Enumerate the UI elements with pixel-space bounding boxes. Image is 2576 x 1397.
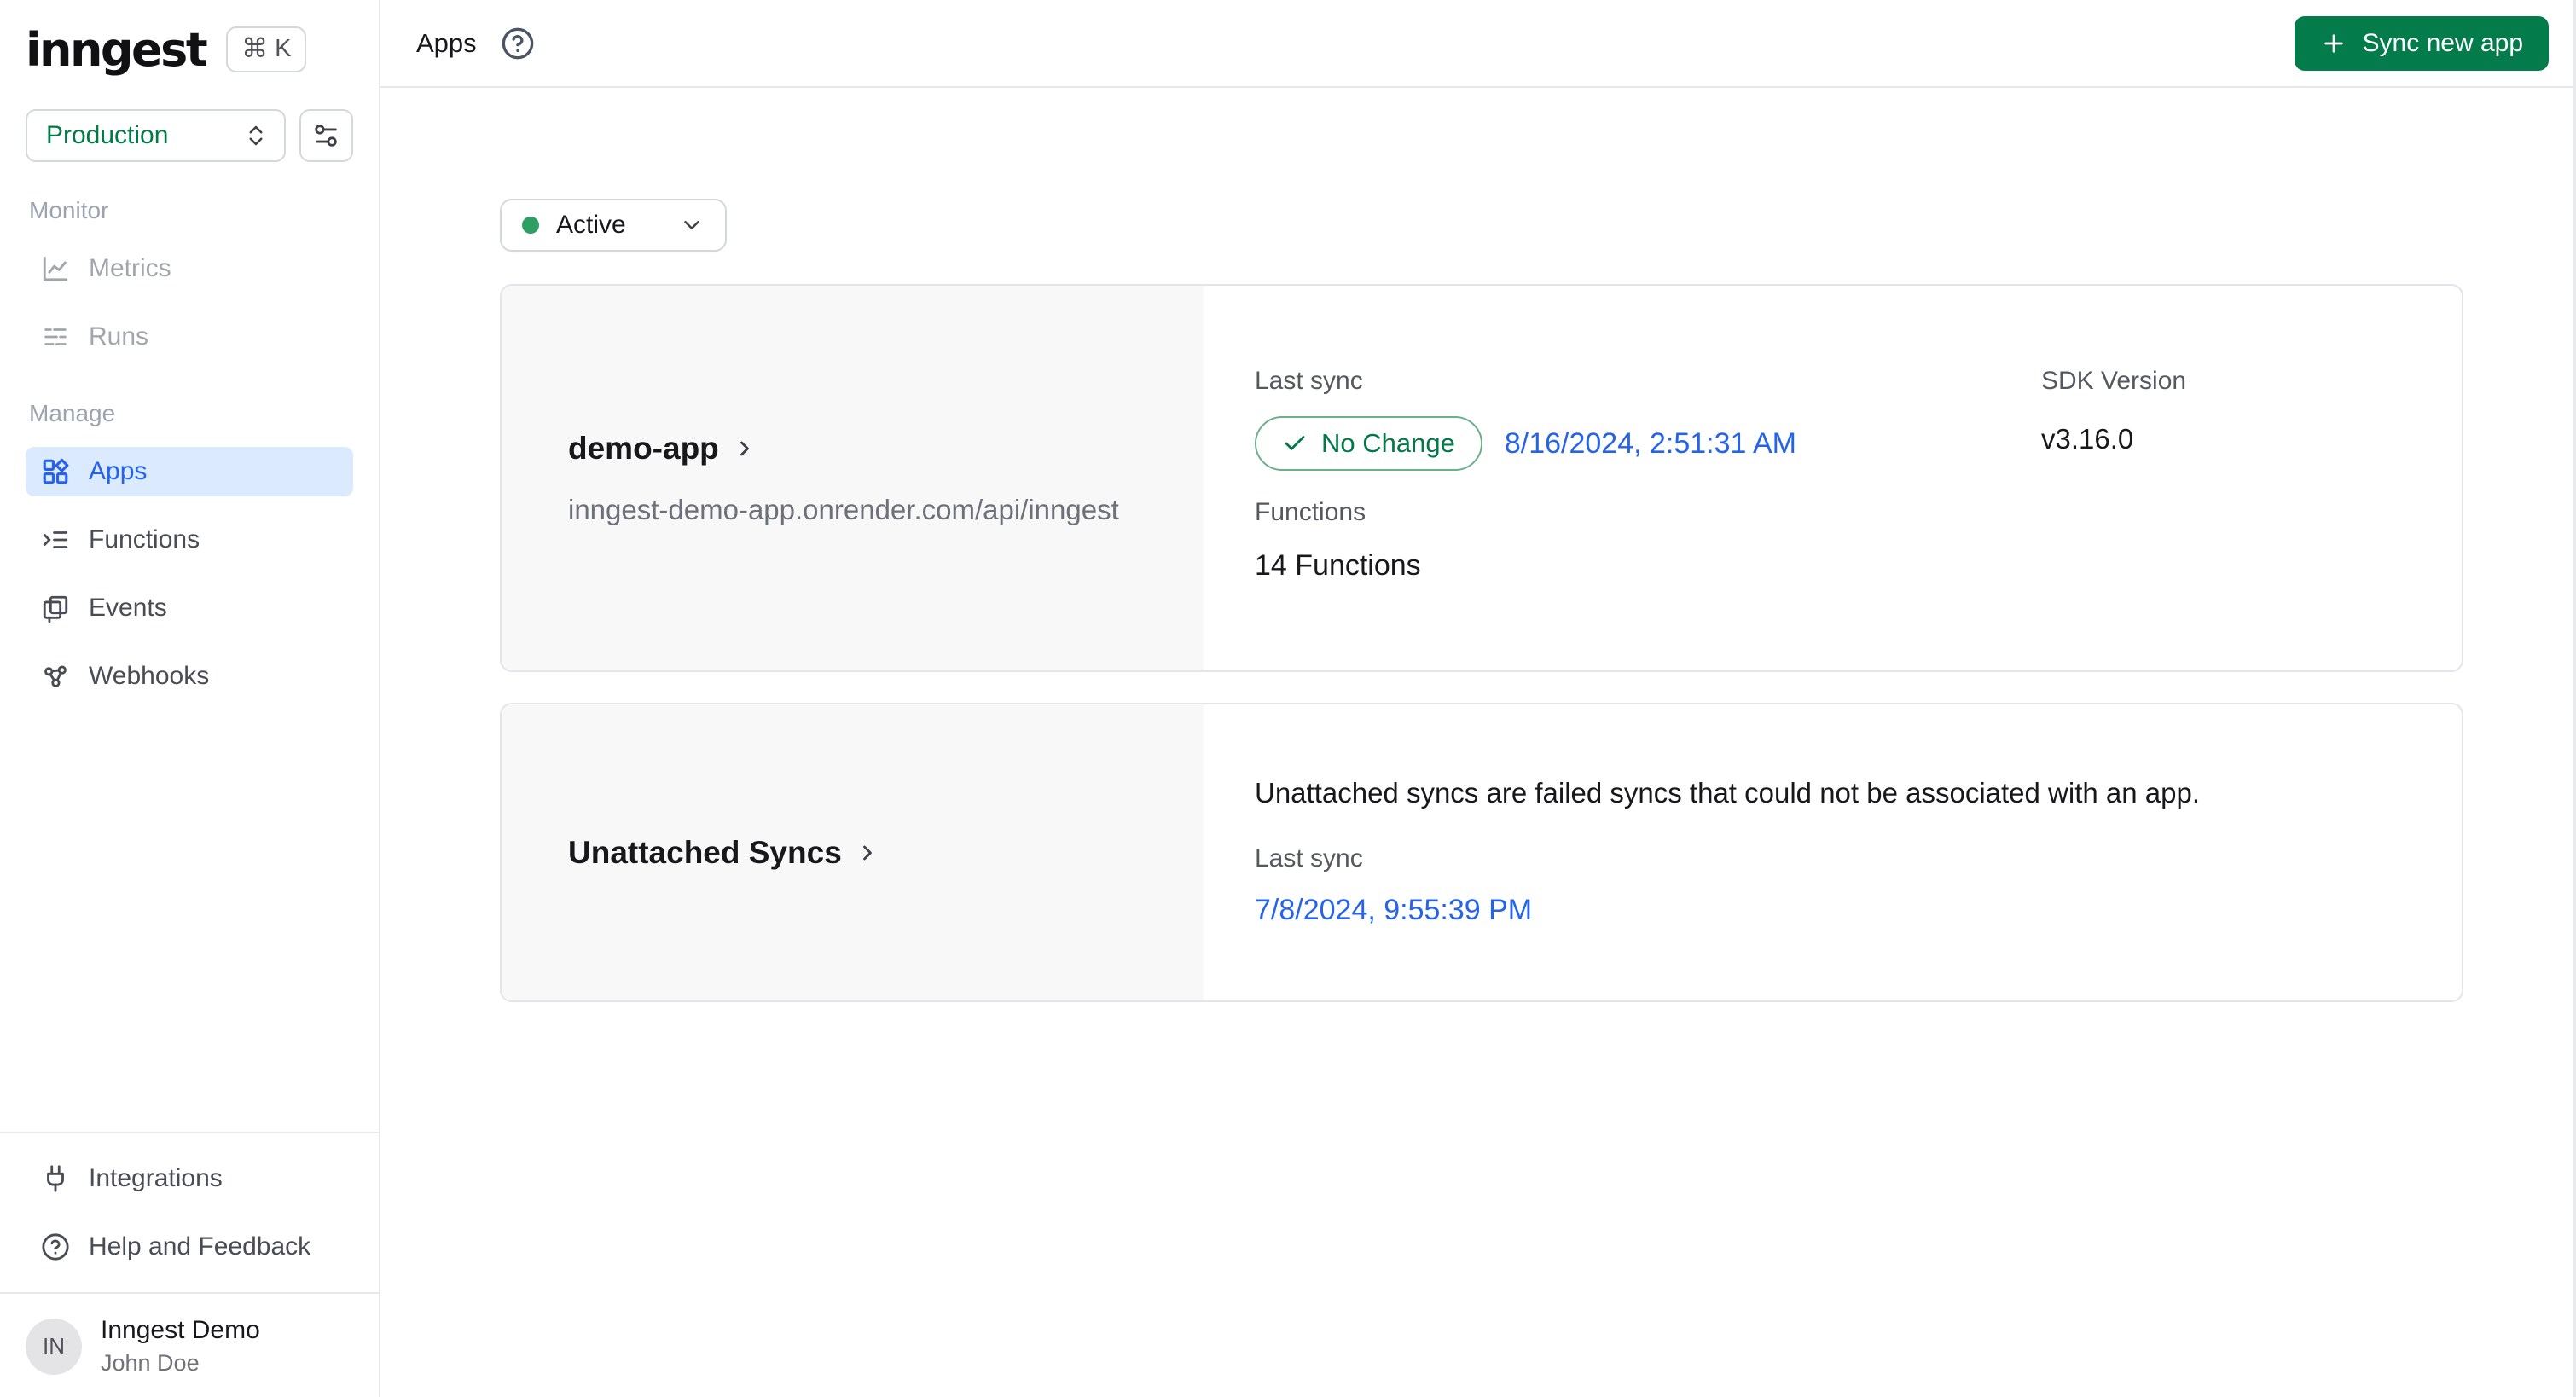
no-change-badge: No Change (1255, 416, 1482, 471)
sidebar-item-metrics[interactable]: Metrics (26, 244, 353, 293)
nav-section-manage-header: Manage (29, 400, 116, 426)
sidebar-item-label: Runs (89, 322, 149, 351)
profile-org-name: Inngest Demo (101, 1316, 260, 1344)
unattached-description: Unattached syncs are failed syncs that c… (1255, 777, 2200, 809)
sidebar-item-label: Apps (89, 457, 148, 485)
sidebar-item-label: Webhooks (89, 662, 210, 690)
chevron-down-icon (684, 221, 699, 229)
apps-grid-icon (43, 458, 69, 484)
app-meta-grid: Last sync No Change 8/16/2024, 2:51:31 A… (1255, 365, 2462, 583)
help-circle-icon (42, 1233, 69, 1261)
webhook-icon (44, 665, 67, 687)
unattached-last-sync-label: Last sync (1255, 844, 1363, 872)
sidebar: inngest ⌘ K Production Monitor Metrics R… (0, 0, 380, 1397)
app-url: inngest-demo-app.onrender.com/api/innges… (568, 493, 1119, 525)
user-profile[interactable]: IN Inngest Demo John Doe (0, 1292, 379, 1397)
unattached-card-right: Unattached syncs are failed syncs that c… (1204, 704, 2462, 1000)
runs-icon (44, 328, 67, 345)
avatar: IN (26, 1318, 82, 1375)
app-card-right: Last sync No Change 8/16/2024, 2:51:31 A… (1204, 286, 2462, 670)
sidebar-item-label: Functions (89, 525, 200, 554)
app-meta-col-1: Last sync No Change 8/16/2024, 2:51:31 A… (1255, 365, 2041, 583)
sdk-version-label: SDK Version (2041, 367, 2187, 395)
env-settings-button[interactable] (299, 109, 353, 162)
page-help-icon[interactable] (501, 26, 535, 61)
plus-icon (2324, 33, 2343, 53)
profile-user-name: John Doe (101, 1350, 200, 1376)
topbar: Apps Sync new app (380, 0, 2576, 88)
check-icon (1285, 436, 1305, 450)
functions-label: Functions (1255, 498, 1366, 526)
sidebar-item-help[interactable]: Help and Feedback (26, 1222, 353, 1272)
events-icon (43, 595, 68, 623)
page-title: Apps (416, 27, 477, 58)
status-filter[interactable]: Active (500, 199, 727, 252)
app-name-link[interactable]: demo-app (568, 431, 1204, 467)
functions-count: 14 Functions (1255, 549, 1421, 582)
logo-row: inngest ⌘ K (26, 22, 353, 77)
plug-icon (47, 1165, 64, 1192)
scrollbar-track[interactable] (2573, 0, 2576, 1397)
env-selector-value: Production (46, 121, 169, 149)
env-row: Production (26, 109, 353, 162)
sidebar-item-integrations[interactable]: Integrations (26, 1154, 353, 1203)
status-filter-value: Active (556, 211, 626, 239)
command-icon: ⌘ (241, 33, 269, 63)
sidebar-item-apps[interactable]: Apps (26, 447, 353, 496)
sidebar-item-runs[interactable]: Runs (26, 312, 353, 362)
sliders-icon (315, 125, 338, 147)
sync-new-app-label: Sync new app (2362, 28, 2523, 57)
env-selector[interactable]: Production (26, 109, 286, 162)
sidebar-item-events[interactable]: Events (26, 583, 353, 633)
status-dot-icon (522, 217, 539, 234)
sidebar-item-label: Help and Feedback (89, 1232, 311, 1261)
unattached-syncs-link[interactable]: Unattached Syncs (568, 835, 1204, 871)
last-sync-row: No Change 8/16/2024, 2:51:31 AM (1255, 416, 2041, 471)
last-sync-time-link[interactable]: 8/16/2024, 2:51:31 AM (1505, 427, 1796, 461)
app-card-left: demo-app inngest-demo-app.onrender.com/a… (502, 286, 1204, 670)
unattached-syncs-title: Unattached Syncs (568, 834, 842, 870)
sync-new-app-button[interactable]: Sync new app (2294, 15, 2549, 71)
chevrons-up-down-icon (249, 125, 263, 146)
sdk-version-value: v3.16.0 (2041, 423, 2134, 455)
command-k-label: K (275, 34, 292, 62)
sidebar-item-functions[interactable]: Functions (26, 515, 353, 565)
app-card: demo-app inngest-demo-app.onrender.com/a… (500, 284, 2463, 672)
sidebar-item-webhooks[interactable]: Webhooks (26, 652, 353, 701)
unattached-syncs-card: Unattached Syncs Unattached syncs are fa… (500, 703, 2463, 1002)
sidebar-nav: Monitor Metrics Runs Manage Apps Functio… (0, 162, 379, 701)
content: Active demo-app inngest-demo-app.onrende… (380, 88, 2576, 1397)
last-sync-label: Last sync (1255, 367, 1363, 395)
chevron-right-icon (740, 441, 749, 455)
sidebar-item-label: Metrics (89, 254, 171, 282)
app-meta-col-2: SDK Version v3.16.0 (2041, 365, 2462, 583)
unattached-last-sync-link[interactable]: 7/8/2024, 9:55:39 PM (1255, 894, 1532, 927)
sidebar-bottom: Integrations Help and Feedback (0, 1132, 379, 1292)
functions-icon (43, 531, 68, 548)
profile-text: Inngest Demo John Doe (101, 1316, 260, 1377)
sidebar-top: inngest ⌘ K Production (0, 0, 379, 162)
chart-icon (43, 256, 68, 281)
command-k-badge[interactable]: ⌘ K (226, 26, 307, 72)
main-area: Apps Sync new app Active demo-app innges… (380, 0, 2576, 1397)
sidebar-item-label: Integrations (89, 1164, 223, 1192)
no-change-badge-label: No Change (1321, 428, 1455, 458)
inngest-logo: inngest (26, 22, 208, 77)
app-name: demo-app (568, 430, 719, 466)
nav-section-monitor-header: Monitor (29, 197, 109, 223)
unattached-card-left: Unattached Syncs (502, 704, 1204, 1000)
chevron-right-icon (862, 845, 872, 860)
sidebar-item-label: Events (89, 594, 167, 622)
